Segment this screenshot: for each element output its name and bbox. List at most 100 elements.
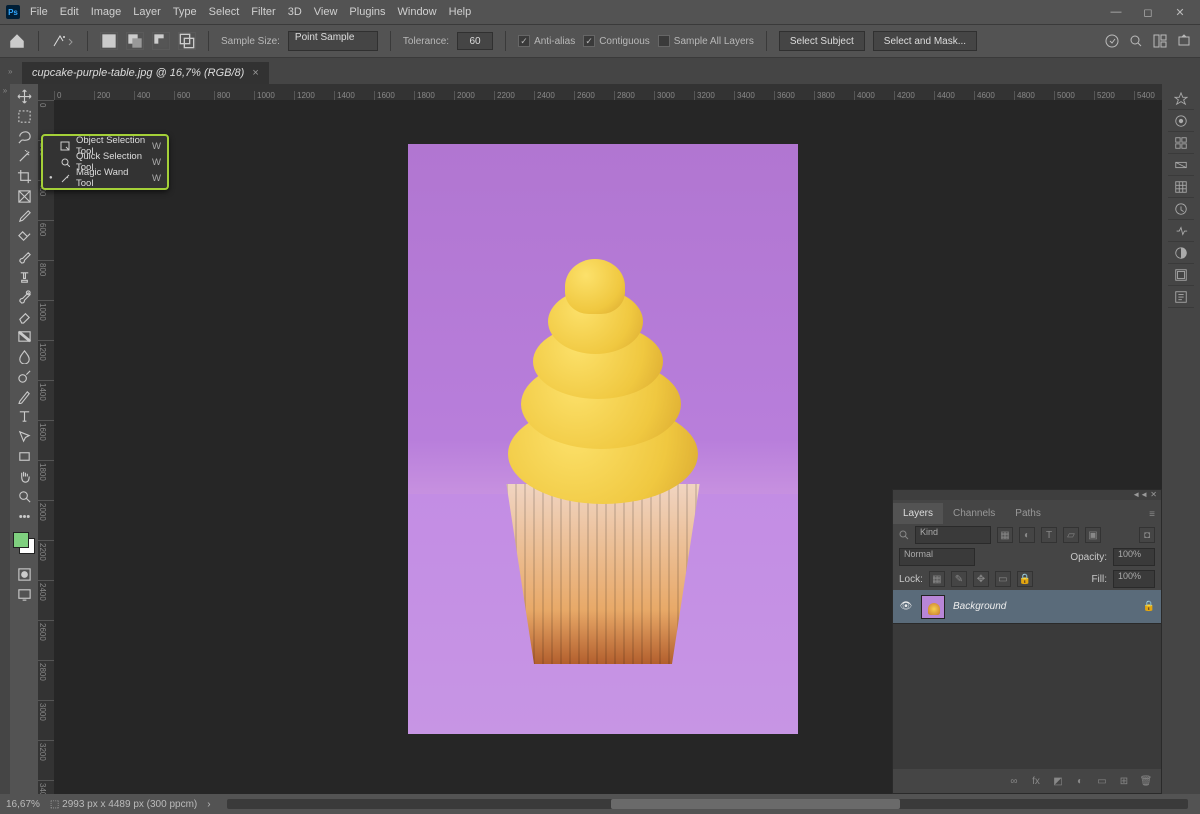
- horizontal-scrollbar[interactable]: [227, 799, 1188, 809]
- tool-more[interactable]: [12, 506, 36, 526]
- info-panel-icon[interactable]: [1168, 198, 1194, 220]
- filter-adjust-icon[interactable]: ◐: [1019, 527, 1035, 543]
- panel-menu-icon[interactable]: ≡: [1143, 505, 1161, 524]
- tool-move[interactable]: [12, 86, 36, 106]
- share-icon[interactable]: [1176, 33, 1192, 49]
- layer-footer-icon-5[interactable]: ⊞: [1117, 776, 1131, 787]
- window-maximize[interactable]: ◻: [1134, 3, 1162, 21]
- tool-type[interactable]: [12, 406, 36, 426]
- select-subject-button[interactable]: Select Subject: [779, 31, 865, 51]
- filter-type-icon[interactable]: T: [1041, 527, 1057, 543]
- visibility-eye-icon[interactable]: 👁: [899, 601, 913, 612]
- tool-history-brush[interactable]: [12, 286, 36, 306]
- tool-brush[interactable]: [12, 246, 36, 266]
- mode-intersect-icon[interactable]: [178, 32, 196, 50]
- layer-footer-icon-0[interactable]: ∞: [1007, 776, 1021, 787]
- styles-panel-icon[interactable]: [1168, 242, 1194, 264]
- tool-wand[interactable]: [12, 146, 36, 166]
- tool-lasso[interactable]: [12, 126, 36, 146]
- libraries-panel-icon[interactable]: [1168, 264, 1194, 286]
- blend-mode-select[interactable]: Normal: [899, 548, 975, 566]
- tab-collapse-chevron-icon[interactable]: »: [8, 67, 18, 76]
- layer-footer-icon-2[interactable]: ◩: [1051, 776, 1065, 787]
- flyout-magic-wand-tool[interactable]: ●Magic Wand ToolW: [43, 170, 167, 186]
- tool-pen[interactable]: [12, 386, 36, 406]
- panel-tab-layers[interactable]: Layers: [893, 503, 943, 524]
- menu-window[interactable]: Window: [392, 3, 443, 21]
- filter-smart-icon[interactable]: ▣: [1085, 527, 1101, 543]
- tool-frame[interactable]: [12, 186, 36, 206]
- canvas-image[interactable]: [408, 144, 798, 734]
- tool-zoom[interactable]: [12, 486, 36, 506]
- filter-shape-icon[interactable]: ▱: [1063, 527, 1079, 543]
- window-minimize[interactable]: —: [1102, 3, 1130, 21]
- search-icon[interactable]: [1128, 33, 1144, 49]
- menu-plugins[interactable]: Plugins: [343, 3, 391, 21]
- comments-panel-icon[interactable]: [1168, 286, 1194, 308]
- status-doc-info[interactable]: ⬚ 2993 px x 4489 px (300 ppcm): [50, 799, 197, 810]
- menu-type[interactable]: Type: [167, 3, 203, 21]
- tool-path-select[interactable]: [12, 426, 36, 446]
- document-tab[interactable]: cupcake-purple-table.jpg @ 16,7% (RGB/8)…: [22, 62, 269, 84]
- quickmask-icon[interactable]: [12, 564, 36, 584]
- lock-pixels-icon[interactable]: ✎: [951, 571, 967, 587]
- close-tab-icon[interactable]: ×: [252, 67, 258, 79]
- menu-view[interactable]: View: [308, 3, 344, 21]
- menu-select[interactable]: Select: [203, 3, 246, 21]
- layer-thumbnail[interactable]: [921, 595, 945, 619]
- guide-panel-icon[interactable]: [1168, 88, 1194, 110]
- menu-edit[interactable]: Edit: [54, 3, 85, 21]
- screenmode-icon[interactable]: [12, 584, 36, 604]
- color-panel-icon[interactable]: [1168, 110, 1194, 132]
- select-and-mask-button[interactable]: Select and Mask...: [873, 31, 977, 51]
- lock-all-icon[interactable]: 🔒: [1017, 571, 1033, 587]
- layer-footer-icon-6[interactable]: 🗑: [1139, 776, 1153, 787]
- menu-filter[interactable]: Filter: [245, 3, 281, 21]
- tool-gradient[interactable]: [12, 326, 36, 346]
- menu-help[interactable]: Help: [443, 3, 478, 21]
- status-chevron-icon[interactable]: ›: [207, 799, 210, 810]
- workspace-icon[interactable]: [1152, 33, 1168, 49]
- tolerance-input[interactable]: [457, 32, 493, 50]
- color-swatch[interactable]: [13, 532, 35, 554]
- layer-name[interactable]: Background: [953, 601, 1135, 612]
- tool-eyedropper[interactable]: [12, 206, 36, 226]
- tool-stamp[interactable]: [12, 266, 36, 286]
- panel-tab-channels[interactable]: Channels: [943, 503, 1005, 524]
- layer-filter-kind[interactable]: Kind: [915, 526, 991, 544]
- gradients-panel-icon[interactable]: [1168, 154, 1194, 176]
- fill-input[interactable]: 100%: [1113, 570, 1155, 588]
- panel-collapse-icon[interactable]: ◄◄ ✕: [1132, 490, 1157, 500]
- menu-image[interactable]: Image: [85, 3, 128, 21]
- opacity-input[interactable]: 100%: [1113, 548, 1155, 566]
- menu-3d[interactable]: 3D: [282, 3, 308, 21]
- menu-layer[interactable]: Layer: [127, 3, 167, 21]
- panel-tab-paths[interactable]: Paths: [1005, 503, 1051, 524]
- mode-subtract-icon[interactable]: [152, 32, 170, 50]
- tool-blur[interactable]: [12, 346, 36, 366]
- active-tool-icon[interactable]: [51, 33, 75, 49]
- lock-transparent-icon[interactable]: ▦: [929, 571, 945, 587]
- lock-artboard-icon[interactable]: ▭: [995, 571, 1011, 587]
- tool-healing[interactable]: [12, 226, 36, 246]
- tool-dodge[interactable]: [12, 366, 36, 386]
- sample-size-select[interactable]: Point Sample: [288, 31, 378, 51]
- window-close[interactable]: ✕: [1166, 3, 1194, 21]
- contiguous-checkbox[interactable]: ✓Contiguous: [583, 35, 650, 47]
- layer-footer-icon-3[interactable]: ◐: [1073, 776, 1087, 787]
- background-lock-icon[interactable]: 🔒: [1143, 601, 1155, 612]
- toolbox-collapse-chevron-icon[interactable]: »: [0, 84, 10, 794]
- mode-add-icon[interactable]: [126, 32, 144, 50]
- layer-footer-icon-1[interactable]: fx: [1029, 776, 1043, 787]
- swatches-panel-icon[interactable]: [1168, 132, 1194, 154]
- antialias-checkbox[interactable]: ✓Anti-alias: [518, 35, 575, 47]
- tool-marquee[interactable]: [12, 106, 36, 126]
- mode-new-icon[interactable]: [100, 32, 118, 50]
- layer-row-background[interactable]: 👁 Background 🔒: [893, 590, 1161, 624]
- tool-eraser[interactable]: [12, 306, 36, 326]
- patterns-panel-icon[interactable]: [1168, 176, 1194, 198]
- home-icon[interactable]: [8, 32, 26, 50]
- filter-toggle-icon[interactable]: ◘: [1139, 527, 1155, 543]
- menu-file[interactable]: File: [24, 3, 54, 21]
- lock-position-icon[interactable]: ✥: [973, 571, 989, 587]
